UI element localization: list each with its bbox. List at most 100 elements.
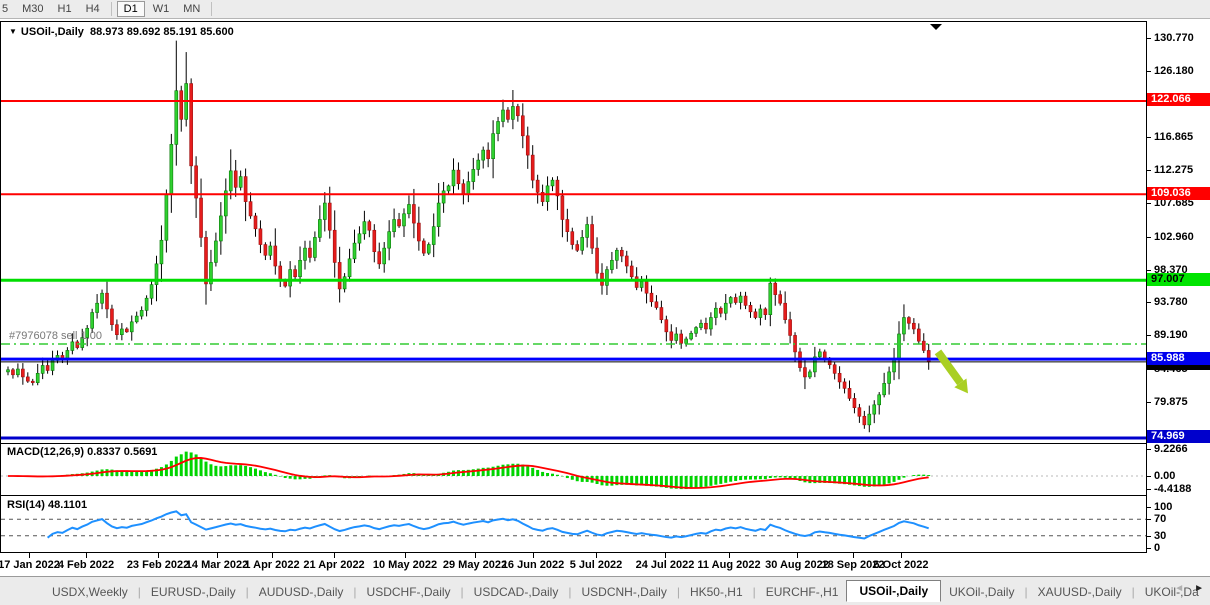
- price-tick-130.770: 130.770: [1154, 32, 1194, 44]
- rsi-indicator-panel[interactable]: RSI(14) 48.1101: [1, 497, 1146, 552]
- rsi-axis-30: 30: [1154, 530, 1166, 542]
- chart-tab-usdx-weekly[interactable]: USDX,Weekly: [44, 585, 136, 599]
- date-label: 29 May 2022: [443, 559, 507, 571]
- chart-tab-usdcad-daily[interactable]: USDCAD-,Daily: [466, 585, 567, 599]
- date-label: 30 Aug 2022: [765, 559, 829, 571]
- chart-title[interactable]: ▼USOil-,Daily 88.973 89.692 85.191 85.60…: [9, 26, 234, 38]
- price-tick-93.780-tick: [1147, 302, 1151, 303]
- chart-tab-audusd-daily[interactable]: AUDUSD-,Daily: [251, 585, 352, 599]
- rsi-separator[interactable]: [0, 495, 1210, 496]
- chart-dropdown-icon[interactable]: ▼: [9, 27, 17, 36]
- price-tick-130.770-tick: [1147, 38, 1151, 39]
- date-label: 21 Apr 2022: [303, 559, 364, 571]
- rsi-label: RSI(14) 48.1101: [7, 499, 87, 511]
- date-tick: [158, 553, 159, 558]
- date-label: 1 Apr 2022: [244, 559, 299, 571]
- price-tick-89.190: 89.190: [1154, 329, 1188, 341]
- timeframe-button-w1[interactable]: W1: [147, 1, 176, 17]
- mt4-terminal: { "toolbar": { "timeframes": [ {"label":…: [0, 0, 1210, 605]
- timeframe-button-m30[interactable]: M30: [16, 1, 49, 17]
- date-tick: [596, 553, 597, 558]
- timeframe-button-5[interactable]: 5: [1, 1, 14, 17]
- date-label: 23 Feb 2022: [127, 559, 189, 571]
- date-tick: [217, 553, 218, 558]
- date-label: 10 May 2022: [373, 559, 437, 571]
- chart-tab-usoil-daily[interactable]: USOil-,Daily: [846, 580, 941, 602]
- price-tick-102.960-tick: [1147, 237, 1151, 238]
- date-tick: [86, 553, 87, 558]
- tab-separator: |: [566, 585, 573, 599]
- date-tick: [729, 553, 730, 558]
- date-axis[interactable]: 17 Jan 20224 Feb 2022 23 Feb 202214 Mar 2…: [0, 553, 1210, 576]
- price-tick-112.275: 112.275: [1154, 164, 1193, 176]
- price-tick-126.180-tick: [1147, 71, 1151, 72]
- price-tick-79.875-tick: [1147, 402, 1151, 403]
- tab-separator: |: [244, 585, 251, 599]
- macd-indicator-panel[interactable]: MACD(12,26,9) 0.8337 0.5691: [1, 444, 1146, 495]
- date-tick: [853, 553, 854, 558]
- date-tick: [665, 553, 666, 558]
- timeframe-button-mn[interactable]: MN: [177, 1, 206, 17]
- rsi-axis-tick: [1147, 507, 1151, 508]
- main-price-chart[interactable]: ▼USOil-,Daily 88.973 89.692 85.191 85.60…: [1, 22, 1146, 442]
- macd-axis-tick: [1147, 449, 1151, 450]
- date-tick: [405, 553, 406, 558]
- level-badge-97.007: 97.007: [1147, 273, 1210, 286]
- chart-tab-hk50-h1[interactable]: HK50-,H1: [682, 585, 751, 599]
- candlestick-canvas: [1, 22, 1146, 442]
- rsi-axis-tick: [1147, 536, 1151, 537]
- date-tick: [797, 553, 798, 558]
- chart-title-symbol: USOil-,Daily: [21, 26, 84, 38]
- date-label: 16 Jun 2022: [502, 559, 564, 571]
- date-label: 17 Jan 2022: [0, 559, 60, 571]
- price-tick-116.865: 116.865: [1154, 131, 1193, 143]
- rsi-axis-100: 100: [1154, 501, 1172, 513]
- timeframe-button-h1[interactable]: H1: [52, 1, 78, 17]
- macd-label: MACD(12,26,9) 0.8337 0.5691: [7, 446, 157, 458]
- date-label: 5 Jul 2022: [570, 559, 623, 571]
- chart-tab-usdcnh-daily[interactable]: USDCNH-,Daily: [573, 585, 674, 599]
- chart-tab-xauusd-daily[interactable]: XAUUSD-,Daily: [1030, 585, 1130, 599]
- tab-separator: |: [1022, 585, 1029, 599]
- level-badge-85.988: 85.988: [1147, 352, 1210, 365]
- tab-scroll-buttons: ◄ ►: [1174, 583, 1204, 594]
- tabs-holder: USDX,Weekly|EURUSD-,Daily|AUDUSD-,Daily|…: [44, 582, 1207, 602]
- order-line-label[interactable]: #7976078 sell 1.00: [9, 330, 102, 342]
- tab-separator: |: [136, 585, 143, 599]
- timeframe-button-d1[interactable]: D1: [117, 1, 145, 17]
- macd-canvas: [1, 444, 1146, 495]
- date-tick: [334, 553, 335, 558]
- price-tick-107.685-tick: [1147, 203, 1151, 204]
- level-badge-122.066: 122.066: [1147, 93, 1210, 106]
- timeframe-button-h4[interactable]: H4: [80, 1, 106, 17]
- price-tick-89.190-tick: [1147, 335, 1151, 336]
- toolbar-separator: [211, 2, 212, 16]
- tab-separator: |: [459, 585, 466, 599]
- macd-axis-tick: [1147, 489, 1151, 490]
- chart-tab-eurchf-h1[interactable]: EURCHF-,H1: [758, 585, 847, 599]
- chart-window: ▼USOil-,Daily 88.973 89.692 85.191 85.60…: [0, 21, 1210, 553]
- macd-axis-9.2266: 9.2266: [1154, 443, 1188, 455]
- chart-tab-eurusd-daily[interactable]: EURUSD-,Daily: [143, 585, 244, 599]
- toolbar-separator: [111, 2, 112, 16]
- price-axis[interactable]: 130.770126.180121.590116.865112.275107.6…: [1147, 21, 1210, 553]
- tab-scroll-right-icon[interactable]: ►: [1194, 583, 1204, 594]
- date-label: 14 Mar 2022: [186, 559, 248, 571]
- tab-separator: |: [675, 585, 682, 599]
- date-label: 11 Aug 2022: [697, 559, 760, 571]
- rsi-axis-tick: [1147, 519, 1151, 520]
- macd-axis--4.4188: -4.4188: [1154, 483, 1191, 495]
- chart-tab-usdchf-daily[interactable]: USDCHF-,Daily: [359, 585, 459, 599]
- date-tick: [272, 553, 273, 558]
- price-tick-79.875: 79.875: [1154, 396, 1188, 408]
- price-tick-116.865-tick: [1147, 137, 1151, 138]
- chart-tab-ukoil-daily[interactable]: UKOil-,Daily: [941, 585, 1022, 599]
- price-tick-102.960: 102.960: [1154, 231, 1194, 243]
- rsi-axis-70: 70: [1154, 513, 1166, 525]
- date-tick: [29, 553, 30, 558]
- tab-scroll-left-icon[interactable]: ◄: [1174, 583, 1184, 594]
- rsi-canvas: [1, 497, 1146, 552]
- macd-axis-0.00: 0.00: [1154, 470, 1175, 482]
- date-label: 24 Jul 2022: [636, 559, 695, 571]
- date-label: 4 Feb 2022: [58, 559, 114, 571]
